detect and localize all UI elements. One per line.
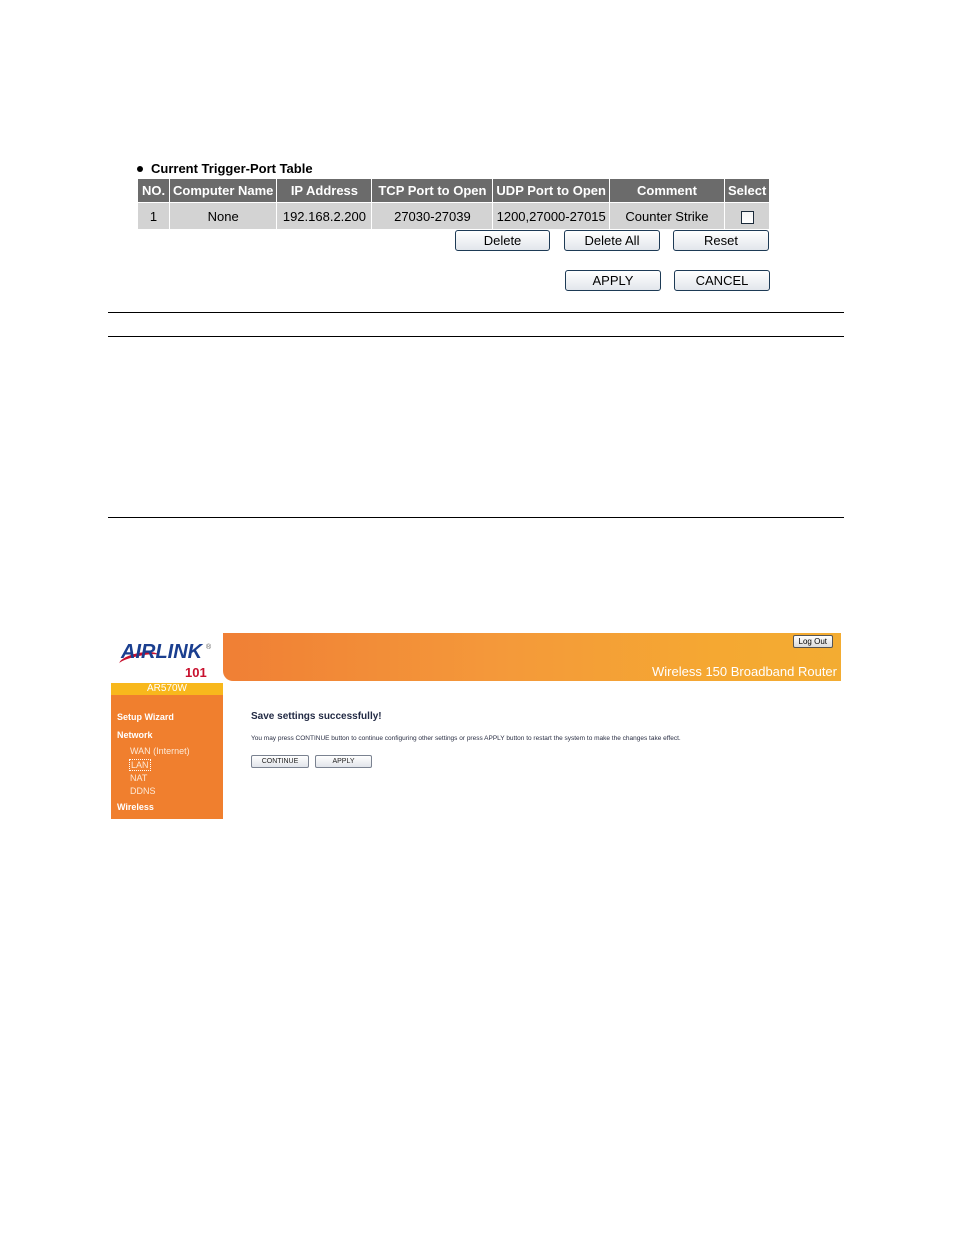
cell-ip-address: 192.168.2.200 xyxy=(277,202,372,229)
model-label: AR570W xyxy=(111,683,223,695)
cell-comment: Counter Strike xyxy=(609,202,724,229)
apply-button[interactable]: APPLY xyxy=(565,270,661,291)
table-row: 1 None 192.168.2.200 27030-27039 1200,27… xyxy=(138,202,770,229)
column-header-select: Select xyxy=(724,179,770,202)
column-header-no: NO. xyxy=(138,179,169,202)
logo-text: AIRLINK xyxy=(121,641,203,663)
sidebar-item-network[interactable]: Network xyxy=(117,730,153,740)
save-success-title: Save settings successfully! xyxy=(251,711,382,722)
sidebar-item-setup-wizard[interactable]: Setup Wizard xyxy=(117,712,174,722)
header-banner: Log Out Wireless 150 Broadband Router xyxy=(223,633,841,681)
sidebar-item-lan[interactable]: LAN xyxy=(129,759,151,771)
trigger-port-table-title: Current Trigger-Port Table xyxy=(137,161,313,176)
save-success-message: You may press CONTINUE button to continu… xyxy=(251,735,681,742)
divider xyxy=(108,336,844,337)
product-title: Wireless 150 Broadband Router xyxy=(652,664,837,679)
reset-button[interactable]: Reset xyxy=(673,230,769,251)
bullet-icon xyxy=(137,165,143,172)
select-checkbox[interactable] xyxy=(740,210,754,224)
continue-button[interactable]: CONTINUE xyxy=(251,755,309,768)
trigger-port-table: NO. Computer Name IP Address TCP Port to… xyxy=(137,179,770,229)
column-header-ip-address: IP Address xyxy=(277,179,372,202)
column-header-computer-name: Computer Name xyxy=(170,179,277,202)
column-header-comment: Comment xyxy=(609,179,724,202)
sidebar: Setup Wizard Network WAN (Internet) LAN … xyxy=(111,695,223,819)
cell-select xyxy=(724,202,770,229)
router-ui-screenshot: AIRLINK ® 101 AR570W Setup Wizard Networ… xyxy=(111,633,841,819)
registered-mark: ® xyxy=(206,644,212,651)
delete-button[interactable]: Delete xyxy=(455,230,550,251)
divider xyxy=(108,312,844,313)
cell-no: 1 xyxy=(138,202,169,229)
router-apply-button[interactable]: APPLY xyxy=(315,755,372,768)
divider xyxy=(108,517,844,518)
cell-tcp-port: 27030-27039 xyxy=(372,202,493,229)
sidebar-item-nat[interactable]: NAT xyxy=(130,773,147,783)
section-title: Current Trigger-Port Table xyxy=(151,161,313,176)
logo-number: 101 xyxy=(185,665,207,680)
column-header-udp-port: UDP Port to Open xyxy=(493,179,609,202)
logout-button[interactable]: Log Out xyxy=(792,635,833,648)
airlink-logo: AIRLINK ® 101 xyxy=(111,633,223,683)
cell-udp-port: 1200,27000-27015 xyxy=(493,202,609,229)
table-header-row: NO. Computer Name IP Address TCP Port to… xyxy=(138,179,770,202)
sidebar-item-wan[interactable]: WAN (Internet) xyxy=(130,746,190,756)
cancel-button[interactable]: CANCEL xyxy=(674,270,770,291)
sidebar-item-wireless[interactable]: Wireless xyxy=(117,802,154,812)
delete-all-button[interactable]: Delete All xyxy=(564,230,660,251)
column-header-tcp-port: TCP Port to Open xyxy=(372,179,493,202)
cell-computer-name: None xyxy=(170,202,277,229)
sidebar-item-ddns[interactable]: DDNS xyxy=(130,786,156,796)
